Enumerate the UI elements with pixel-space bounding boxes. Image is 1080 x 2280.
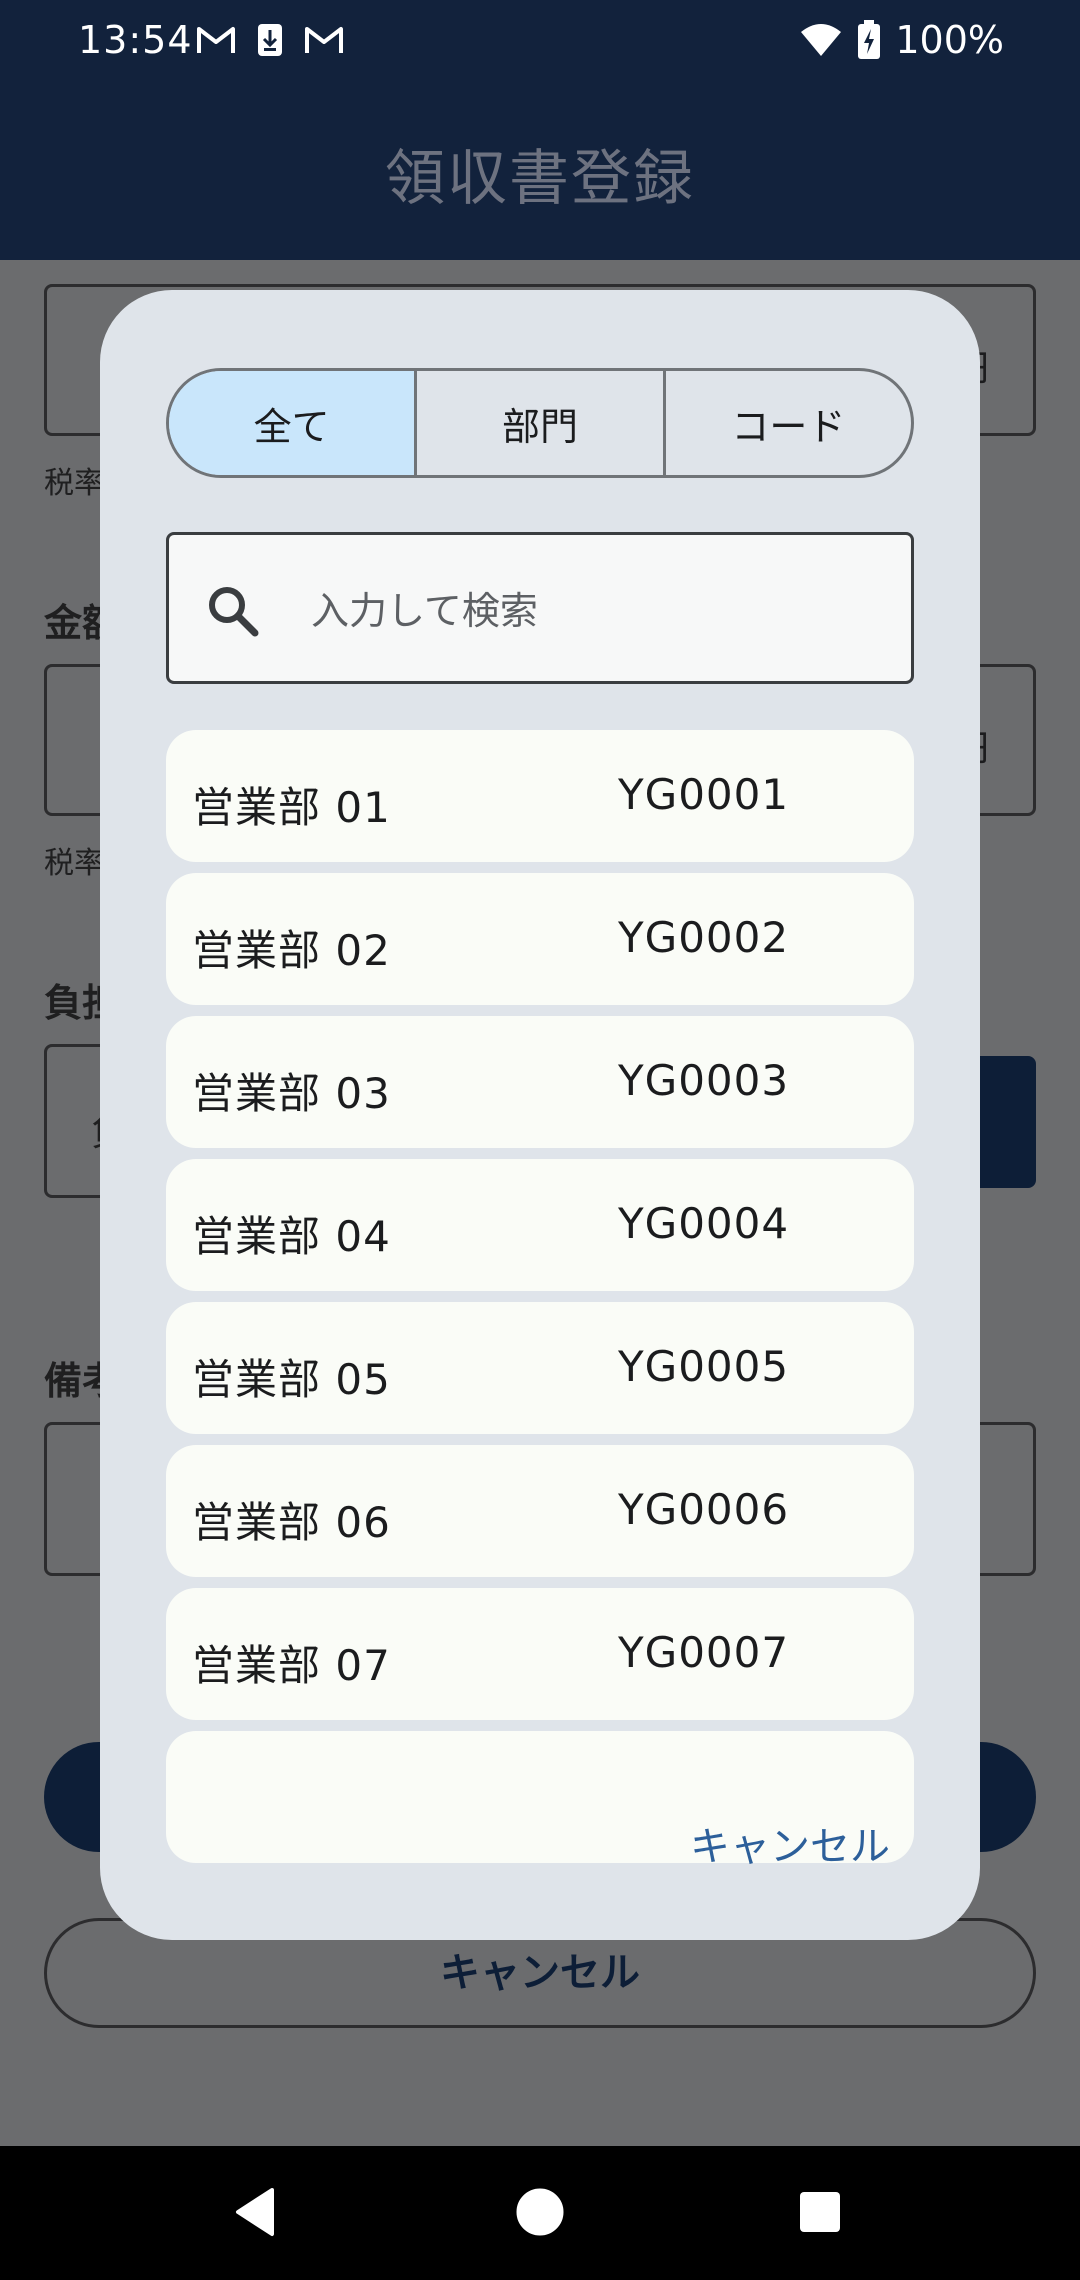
gmail-icon — [305, 27, 343, 53]
status-time: 13:54 — [78, 18, 193, 62]
battery-charging-icon — [858, 20, 881, 59]
tab-all[interactable]: 全て — [169, 371, 415, 475]
list-item[interactable]: 営業部 01 YG0001 — [166, 730, 914, 862]
list-item[interactable]: 営業部 04 YG0004 — [166, 1159, 914, 1291]
tax-note: 税率 — [44, 466, 104, 501]
recents-icon[interactable] — [790, 2182, 850, 2242]
department-picker-dialog: 全て 部門 コード 営業部 01 YG0001 営業部 02 YG0002 — [100, 290, 980, 1940]
department-code: YG0007 — [618, 1628, 790, 1677]
gmail-icon — [197, 27, 235, 53]
list-item[interactable]: 営業部 02 YG0002 — [166, 873, 914, 1005]
tab-code[interactable]: コード — [662, 371, 911, 475]
dialog-cancel-button[interactable]: キャンセル — [690, 1814, 890, 1872]
department-code: YG0004 — [618, 1199, 790, 1248]
battery-percentage: 100% — [895, 18, 1004, 62]
search-icon — [209, 587, 259, 637]
department-code: YG0006 — [618, 1485, 790, 1534]
department-name: 営業部 04 — [192, 1212, 391, 1261]
department-name: 営業部 02 — [192, 926, 391, 975]
page-title: 領収書登録 — [385, 144, 695, 214]
list-item[interactable]: 営業部 07 YG0007 — [166, 1588, 914, 1720]
download-icon — [258, 24, 282, 56]
back-icon[interactable] — [228, 2182, 288, 2242]
list-item[interactable]: 営業部 03 YG0003 — [166, 1016, 914, 1148]
tax-note: 税率 — [44, 846, 104, 881]
filter-segmented-control: 全て 部門 コード — [166, 368, 914, 478]
home-icon[interactable] — [510, 2182, 570, 2242]
department-code: YG0003 — [618, 1056, 790, 1105]
department-name: 営業部 07 — [192, 1641, 391, 1690]
tab-department[interactable]: 部門 — [414, 371, 662, 475]
system-icons: 100% — [799, 18, 1004, 62]
department-code: YG0005 — [618, 1342, 790, 1391]
department-code: YG0001 — [618, 770, 790, 819]
app-bar: 領収書登録 — [0, 86, 1080, 260]
search-input[interactable] — [309, 575, 873, 647]
wifi-icon — [801, 24, 842, 56]
department-code: YG0002 — [618, 913, 790, 962]
search-box — [166, 532, 914, 684]
notification-icons — [196, 22, 344, 58]
screen: 13:54 100% 領収書登録 税率 金額 税率 負担 備考 キャンセル 全て… — [0, 0, 1080, 2280]
department-name: 営業部 03 — [192, 1069, 391, 1118]
department-name: 営業部 06 — [192, 1498, 391, 1547]
list-item[interactable]: 営業部 06 YG0006 — [166, 1445, 914, 1577]
department-name: 営業部 01 — [192, 783, 391, 832]
department-name: 営業部 05 — [192, 1355, 391, 1404]
status-bar: 13:54 100% — [0, 0, 1080, 86]
navigation-bar — [0, 2146, 1080, 2280]
list-item[interactable]: 営業部 05 YG0005 — [166, 1302, 914, 1434]
